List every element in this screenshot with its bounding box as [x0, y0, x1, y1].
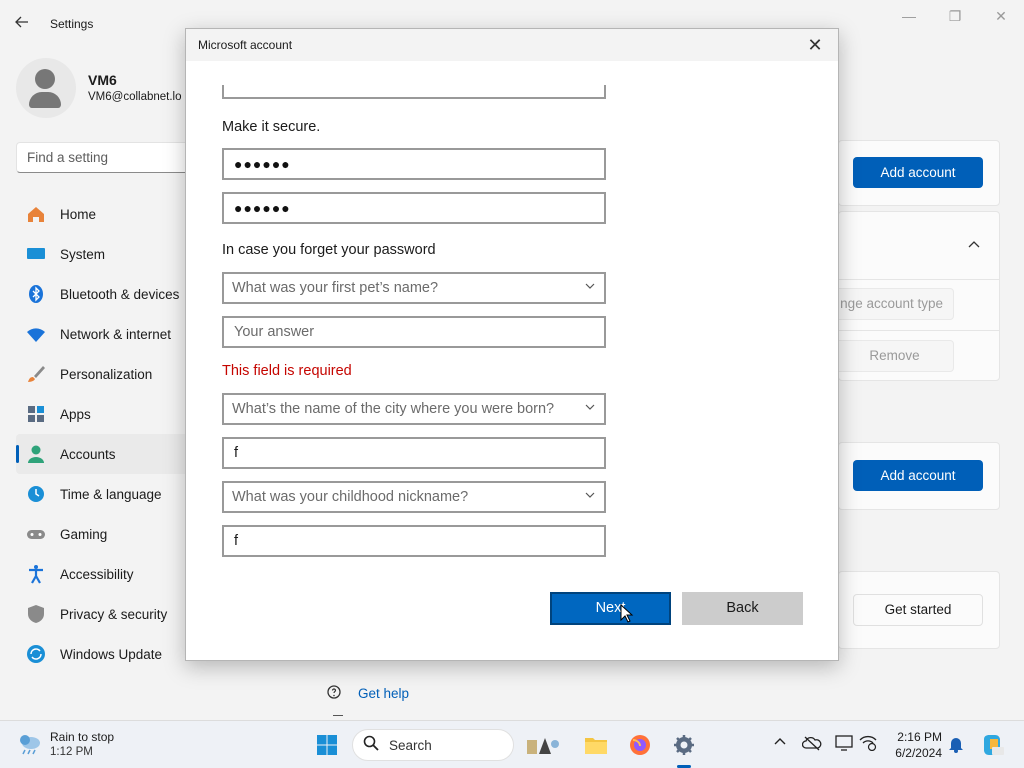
shield-icon — [26, 604, 46, 624]
confirm-password-field[interactable]: ●●●●●● — [222, 192, 606, 224]
taskbar: Rain to stop 1:12 PM Search 2:16 PM 6/2/… — [0, 720, 1024, 768]
settings-search-input[interactable]: Find a setting — [16, 142, 206, 173]
sidebar-item-bluetooth[interactable]: Bluetooth & devices — [16, 274, 191, 314]
sidebar-item-accessibility[interactable]: Accessibility — [16, 554, 191, 594]
sidebar-item-home[interactable]: Home — [16, 194, 191, 234]
chevron-down-icon — [584, 401, 596, 416]
sidebar-item-label: Accounts — [60, 446, 116, 462]
dialog-title-bar: Microsoft account ✕ — [186, 29, 838, 61]
sidebar-item-privacy-security[interactable]: Privacy & security — [16, 594, 191, 634]
system-icon — [26, 244, 46, 264]
sidebar-item-label: Time & language — [60, 486, 162, 502]
sidebar-item-windows-update[interactable]: Windows Update — [16, 634, 191, 674]
change-account-type-button[interactable]: nge account type — [826, 288, 954, 320]
monitor-icon[interactable] — [834, 735, 854, 755]
get-help-label: Get help — [358, 685, 410, 701]
sidebar-item-label: Network & internet — [60, 326, 172, 342]
dialog-title: Microsoft account — [198, 38, 293, 52]
sidebar-item-label: Apps — [60, 406, 91, 422]
user-email: VM6@collabnet.lo — [88, 91, 182, 103]
search-highlight-icon — [521, 730, 565, 760]
accounts-icon — [26, 444, 46, 464]
answer-3-input[interactable]: f — [222, 525, 606, 557]
brush-icon — [26, 364, 46, 384]
apps-icon — [26, 404, 46, 424]
chevron-up-icon[interactable] — [966, 236, 982, 252]
bluetooth-icon — [26, 284, 46, 304]
sidebar-item-label: Privacy & security — [60, 606, 168, 622]
user-name: VM6 — [88, 72, 117, 88]
sidebar-item-label: Gaming — [60, 526, 108, 542]
email-field[interactable] — [222, 85, 606, 99]
avatar — [16, 58, 76, 118]
network-icon — [26, 324, 46, 344]
security-question-1-select[interactable]: What was your first pet’s name? — [222, 272, 606, 304]
sidebar-item-accounts[interactable]: Accounts — [16, 434, 191, 474]
chevron-down-icon — [584, 489, 596, 504]
password-field[interactable]: ●●●●●● — [222, 148, 606, 180]
mouse-cursor-icon — [620, 603, 634, 624]
back-button[interactable]: Back — [682, 592, 803, 625]
answer-1-input[interactable]: Your answer — [222, 316, 606, 348]
security-question-3-select[interactable]: What was your childhood nickname? — [222, 481, 606, 513]
make-secure-label: Make it secure. — [222, 119, 321, 135]
chevron-down-icon — [584, 280, 596, 295]
sidebar-item-label: System — [60, 246, 106, 262]
search-icon — [363, 735, 379, 756]
firefox-icon[interactable] — [626, 731, 654, 759]
answer-2-input[interactable]: f — [222, 437, 606, 469]
get-started-button[interactable]: Get started — [853, 594, 983, 626]
remove-button[interactable]: Remove — [826, 340, 954, 372]
close-window-icon[interactable]: ✕ — [986, 8, 1016, 28]
sidebar-item-gaming[interactable]: Gaming — [16, 514, 191, 554]
notification-bell-icon[interactable] — [946, 735, 966, 755]
weather-rain-icon[interactable] — [16, 730, 44, 758]
sidebar-item-time-language[interactable]: Time & language — [16, 474, 191, 514]
sidebar-item-apps[interactable]: Apps — [16, 394, 191, 434]
back-arrow-icon[interactable] — [14, 14, 34, 34]
get-help-link[interactable]: Get help — [326, 684, 409, 702]
sidebar-item-system[interactable]: System — [16, 234, 191, 274]
file-explorer-icon[interactable] — [582, 731, 610, 759]
taskbar-search[interactable]: Search — [352, 729, 559, 761]
update-icon — [26, 644, 46, 664]
sidebar-item-label: Accessibility — [60, 566, 134, 582]
sidebar-item-label: Bluetooth & devices — [60, 286, 180, 302]
error-message: This field is required — [222, 363, 352, 379]
maximize-icon[interactable]: ❐ — [940, 8, 970, 28]
app-title: Settings — [50, 17, 94, 31]
clock-icon — [26, 484, 46, 504]
sidebar-item-network[interactable]: Network & internet — [16, 314, 191, 354]
sidebar-item-label: Windows Update — [60, 646, 163, 662]
settings-gear-icon[interactable] — [670, 731, 698, 759]
sidebar-nav: Home System Bluetooth & devices Network … — [16, 194, 191, 674]
help-icon — [326, 684, 344, 702]
home-icon — [26, 204, 46, 224]
chevron-up-tray-icon[interactable] — [770, 735, 790, 755]
clock-date[interactable]: 6/2/2024 — [886, 746, 942, 760]
add-account-button-2[interactable]: Add account — [853, 460, 983, 491]
minimize-icon[interactable]: — — [894, 8, 924, 28]
next-button[interactable]: Next — [550, 592, 671, 625]
accessibility-icon — [26, 564, 46, 584]
sidebar-item-label: Personalization — [60, 366, 153, 382]
weather-time: 1:12 PM — [50, 746, 93, 758]
network-offline-icon[interactable] — [858, 735, 878, 755]
windows-start-icon[interactable] — [313, 731, 341, 759]
clock-time[interactable]: 2:16 PM — [896, 730, 942, 744]
weather-title: Rain to stop — [50, 730, 115, 744]
forget-password-label: In case you forget your password — [222, 242, 436, 258]
add-account-button[interactable]: Add account — [853, 157, 983, 188]
close-icon[interactable]: ✕ — [804, 34, 826, 56]
security-question-2-select[interactable]: What’s the name of the city where you we… — [222, 393, 606, 425]
onedrive-icon[interactable] — [801, 735, 822, 755]
sidebar-item-personalization[interactable]: Personalization — [16, 354, 191, 394]
gamepad-icon — [26, 524, 46, 544]
copilot-icon[interactable] — [978, 731, 1006, 759]
sidebar-item-label: Home — [60, 206, 97, 222]
microsoft-account-dialog: Microsoft account ✕ Make it secure. ●●●●… — [185, 28, 839, 661]
